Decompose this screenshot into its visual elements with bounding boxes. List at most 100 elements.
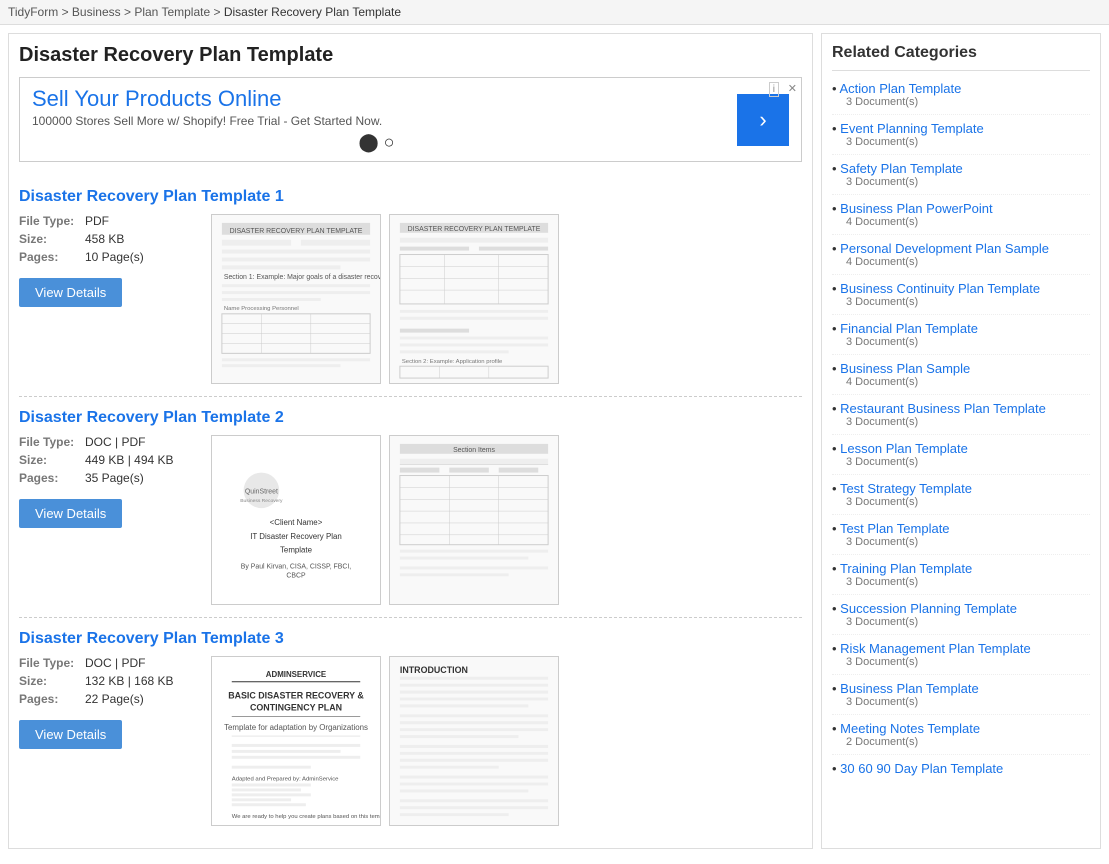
sidebar-count-9: 3 Document(s) xyxy=(846,456,1090,468)
sidebar-item-11: Test Plan Template 3 Document(s) xyxy=(832,521,1090,555)
sidebar-count-14: 3 Document(s) xyxy=(846,656,1090,668)
sidebar-item-13: Succession Planning Template 3 Document(… xyxy=(832,601,1090,635)
svg-text:QuinStreet: QuinStreet xyxy=(245,488,278,495)
sidebar-link-7[interactable]: Business Plan Sample xyxy=(832,361,1090,376)
preview-thumb-1b: DISASTER RECOVERY PLAN TEMPLATE xyxy=(389,214,559,384)
sidebar-link-3[interactable]: Business Plan PowerPoint xyxy=(832,201,1090,216)
sidebar-title: Related Categories xyxy=(832,44,1090,71)
svg-text:ADMINSERVICE: ADMINSERVICE xyxy=(266,670,326,679)
meta-filetype-value-2: DOC | PDF xyxy=(85,435,145,449)
sidebar-item-12: Training Plan Template 3 Document(s) xyxy=(832,561,1090,595)
template-entry-1: Disaster Recovery Plan Template 1 File T… xyxy=(19,176,802,397)
preview-thumb-1a: DISASTER RECOVERY PLAN TEMPLATE Section … xyxy=(211,214,381,384)
meta-size-value-1: 458 KB xyxy=(85,232,124,246)
ad-arrow-button[interactable]: › xyxy=(737,94,789,146)
breadcrumb-plan-template[interactable]: Plan Template xyxy=(134,5,210,19)
template-meta-2: File Type: DOC | PDF Size: 449 KB | 494 … xyxy=(19,435,199,528)
ad-headline: Sell Your Products Online xyxy=(32,86,721,112)
meta-pages-value-1: 10 Page(s) xyxy=(85,250,144,264)
svg-text:We are ready to help you creat: We are ready to help you create plans ba… xyxy=(232,814,380,820)
svg-text:By Paul Kirvan, CISA, CISSP, F: By Paul Kirvan, CISA, CISSP, FBCI, xyxy=(241,563,351,570)
meta-size-label-2: Size: xyxy=(19,453,79,467)
meta-filetype-1: File Type: PDF xyxy=(19,214,199,228)
meta-size-label-1: Size: xyxy=(19,232,79,246)
meta-filetype-value-3: DOC | PDF xyxy=(85,656,145,670)
svg-text:DISASTER RECOVERY PLAN TEMPLAT: DISASTER RECOVERY PLAN TEMPLATE xyxy=(408,226,541,233)
sidebar-count-8: 3 Document(s) xyxy=(846,416,1090,428)
sidebar-item-7: Business Plan Sample 4 Document(s) xyxy=(832,361,1090,395)
sidebar-count-6: 3 Document(s) xyxy=(846,336,1090,348)
sidebar-item-17: 30 60 90 Day Plan Template xyxy=(832,761,1090,782)
sidebar-link-17[interactable]: 30 60 90 Day Plan Template xyxy=(832,761,1090,776)
ad-text-area: Sell Your Products Online 100000 Stores … xyxy=(32,86,721,153)
ad-dots: ⬤ ○ xyxy=(32,132,721,153)
ad-close-icon[interactable]: ✕ xyxy=(788,82,797,95)
meta-filetype-value-1: PDF xyxy=(85,214,109,228)
sidebar-link-1[interactable]: Event Planning Template xyxy=(832,121,1090,136)
template-previews-3: ADMINSERVICE BASIC DISASTER RECOVERY & C… xyxy=(211,656,802,826)
preview-thumb-2b: Section Items xyxy=(389,435,559,605)
template-entry-3: Disaster Recovery Plan Template 3 File T… xyxy=(19,618,802,838)
sidebar-count-10: 3 Document(s) xyxy=(846,496,1090,508)
breadcrumb-tidyform[interactable]: TidyForm xyxy=(8,5,58,19)
meta-pages-label-1: Pages: xyxy=(19,250,79,264)
breadcrumb-current: Disaster Recovery Plan Template xyxy=(224,5,401,19)
page-title: Disaster Recovery Plan Template xyxy=(19,44,802,67)
sidebar-link-8[interactable]: Restaurant Business Plan Template xyxy=(832,401,1090,416)
meta-pages-1: Pages: 10 Page(s) xyxy=(19,250,199,264)
breadcrumb-business[interactable]: Business xyxy=(72,5,121,19)
ad-info-label[interactable]: i xyxy=(769,82,779,97)
sidebar-link-14[interactable]: Risk Management Plan Template xyxy=(832,641,1090,656)
svg-text:<Client Name>: <Client Name> xyxy=(270,518,323,527)
meta-filetype-3: File Type: DOC | PDF xyxy=(19,656,199,670)
sidebar-count-0: 3 Document(s) xyxy=(846,96,1090,108)
preview-thumb-3a: ADMINSERVICE BASIC DISASTER RECOVERY & C… xyxy=(211,656,381,826)
sidebar-item-6: Financial Plan Template 3 Document(s) xyxy=(832,321,1090,355)
sidebar-link-0[interactable]: Action Plan Template xyxy=(832,81,1090,96)
meta-filetype-label-3: File Type: xyxy=(19,656,79,670)
meta-filetype-label-2: File Type: xyxy=(19,435,79,449)
sidebar-link-12[interactable]: Training Plan Template xyxy=(832,561,1090,576)
sidebar-link-9[interactable]: Lesson Plan Template xyxy=(832,441,1090,456)
sidebar-count-5: 3 Document(s) xyxy=(846,296,1090,308)
template-previews-2: QuinStreet Business Recovery <Client Nam… xyxy=(211,435,802,605)
sidebar-link-2[interactable]: Safety Plan Template xyxy=(832,161,1090,176)
svg-text:CONTINGENCY PLAN: CONTINGENCY PLAN xyxy=(250,702,342,712)
svg-text:BASIC DISASTER RECOVERY &: BASIC DISASTER RECOVERY & xyxy=(228,691,364,701)
svg-text:Section 2: Example: Applicatio: Section 2: Example: Application profile xyxy=(402,359,503,365)
sidebar-item-2: Safety Plan Template 3 Document(s) xyxy=(832,161,1090,195)
sidebar-link-13[interactable]: Succession Planning Template xyxy=(832,601,1090,616)
meta-size-value-2: 449 KB | 494 KB xyxy=(85,453,174,467)
sidebar-count-4: 4 Document(s) xyxy=(846,256,1090,268)
meta-pages-value-2: 35 Page(s) xyxy=(85,471,144,485)
meta-pages-value-3: 22 Page(s) xyxy=(85,692,144,706)
sidebar-link-15[interactable]: Business Plan Template xyxy=(832,681,1090,696)
template-title-2[interactable]: Disaster Recovery Plan Template 2 xyxy=(19,409,802,427)
sidebar-link-10[interactable]: Test Strategy Template xyxy=(832,481,1090,496)
sidebar-link-5[interactable]: Business Continuity Plan Template xyxy=(832,281,1090,296)
sidebar-count-16: 2 Document(s) xyxy=(846,736,1090,748)
breadcrumb: TidyForm > Business > Plan Template > Di… xyxy=(0,0,1109,25)
svg-text:Business Recovery: Business Recovery xyxy=(240,498,283,504)
sidebar-count-11: 3 Document(s) xyxy=(846,536,1090,548)
sidebar-link-6[interactable]: Financial Plan Template xyxy=(832,321,1090,336)
view-details-button-2[interactable]: View Details xyxy=(19,499,122,528)
sidebar-item-0: Action Plan Template 3 Document(s) xyxy=(832,81,1090,115)
template-meta-3: File Type: DOC | PDF Size: 132 KB | 168 … xyxy=(19,656,199,749)
sidebar-count-7: 4 Document(s) xyxy=(846,376,1090,388)
sidebar-item-1: Event Planning Template 3 Document(s) xyxy=(832,121,1090,155)
sidebar-link-16[interactable]: Meeting Notes Template xyxy=(832,721,1090,736)
view-details-button-1[interactable]: View Details xyxy=(19,278,122,307)
sidebar-count-1: 3 Document(s) xyxy=(846,136,1090,148)
template-title-3[interactable]: Disaster Recovery Plan Template 3 xyxy=(19,630,802,648)
template-title-1[interactable]: Disaster Recovery Plan Template 1 xyxy=(19,188,802,206)
meta-filetype-2: File Type: DOC | PDF xyxy=(19,435,199,449)
sidebar-link-4[interactable]: Personal Development Plan Sample xyxy=(832,241,1090,256)
sidebar-count-13: 3 Document(s) xyxy=(846,616,1090,628)
view-details-button-3[interactable]: View Details xyxy=(19,720,122,749)
meta-size-1: Size: 458 KB xyxy=(19,232,199,246)
sidebar-link-11[interactable]: Test Plan Template xyxy=(832,521,1090,536)
template-meta-1: File Type: PDF Size: 458 KB Pages: 10 Pa… xyxy=(19,214,199,307)
sidebar-item-15: Business Plan Template 3 Document(s) xyxy=(832,681,1090,715)
meta-pages-2: Pages: 35 Page(s) xyxy=(19,471,199,485)
